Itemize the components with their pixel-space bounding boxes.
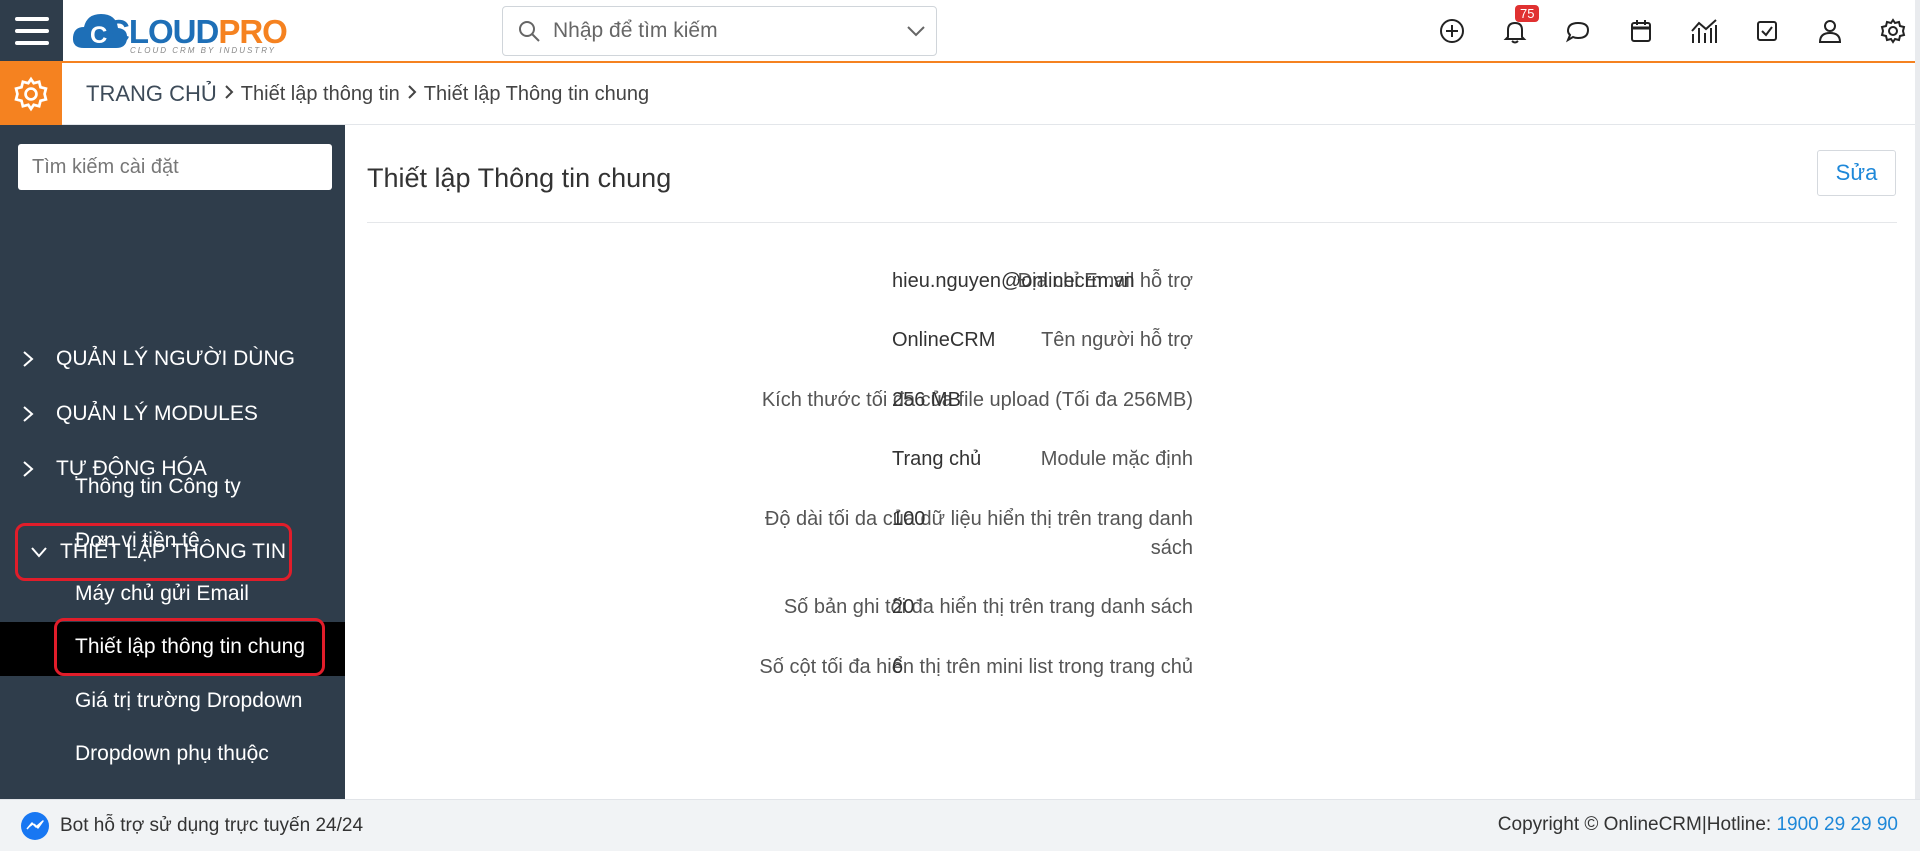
logo-text-pro: PRO — [218, 13, 288, 50]
breadcrumb: TRANG CHỦ Thiết lập thông tin Thiết lập … — [86, 63, 649, 125]
logo-text-cloud: CLOUD — [106, 13, 219, 50]
hamburger-line — [14, 28, 49, 33]
messenger-icon — [21, 811, 49, 840]
search-icon — [519, 21, 540, 42]
sidebar-section-user-management[interactable]: QUẢN LÝ NGƯỜI DÙNG — [0, 337, 295, 381]
chevron-down-icon — [18, 546, 60, 558]
field-value: 256 MB — [892, 389, 961, 411]
sidebar-section-modules[interactable]: QUẢN LÝ MODULES — [0, 392, 258, 436]
field-value: hieu.nguyen@onlinecrm.vn — [892, 270, 1135, 292]
settings-button[interactable] — [1861, 10, 1920, 52]
copyright-info: Copyright © OnlineCRM|Hotline: 1900 29 2… — [1498, 814, 1898, 836]
chat-button[interactable] — [1546, 10, 1609, 52]
sidebar-item-label: Giá trị trường Dropdown — [75, 689, 303, 712]
sidebar-item-label: Thông tin Công ty — [75, 475, 241, 498]
sidebar-item-dropdown-values[interactable]: Giá trị trường Dropdown — [75, 679, 302, 723]
search-dropdown-toggle[interactable] — [896, 24, 936, 38]
page-scrollbar-track[interactable] — [1915, 0, 1920, 851]
reports-button[interactable] — [1672, 10, 1735, 52]
logo-tagline: CLOUD CRM BY INDUSTRY — [130, 46, 277, 55]
chevron-right-icon — [0, 460, 56, 478]
sidebar-item-currency[interactable]: Đơn vị tiền tệ — [75, 519, 200, 563]
report-chart-icon — [1690, 19, 1717, 43]
task-check-icon — [1756, 21, 1777, 41]
breadcrumb-level1-link[interactable]: Thiết lập thông tin — [241, 83, 400, 106]
plus-circle-icon — [1439, 19, 1464, 43]
settings-sidebar: QUẢN LÝ NGƯỜI DÙNG QUẢN LÝ MODULES TỰ ĐỘ… — [0, 125, 345, 799]
field-value: 100 — [892, 508, 926, 530]
field-label: Độ dài tối da của dữ liệu hiển thị trên … — [673, 505, 1193, 563]
sidebar-item-label: Dropdown phụ thuộc — [75, 742, 269, 765]
page-title: Thiết lập Thông tin chung — [367, 163, 672, 193]
chat-icon — [1565, 21, 1589, 43]
chevron-right-icon — [406, 83, 418, 106]
field-value: 20 — [892, 596, 915, 618]
sidebar-item-general-settings[interactable]: Thiết lập thông tin chung — [54, 618, 325, 676]
global-search[interactable] — [502, 6, 937, 56]
field-value: Trang chủ — [892, 448, 982, 470]
user-profile-button[interactable] — [1798, 10, 1861, 52]
sidebar-section-label: QUẢN LÝ NGƯỜI DÙNG — [56, 347, 295, 370]
menu-toggle-button[interactable] — [0, 0, 63, 61]
support-bot-link[interactable]: Bot hỗ trợ sử dụng trực tuyến 24/24 — [20, 811, 363, 841]
sidebar-item-dependent-dropdown[interactable]: Dropdown phụ thuộc — [75, 732, 269, 776]
gear-icon — [14, 76, 48, 112]
calendar-icon — [1630, 20, 1651, 42]
support-bot-text: Bot hỗ trợ sử dụng trực tuyến 24/24 — [60, 814, 364, 836]
chevron-right-icon — [223, 83, 235, 106]
chevron-down-icon — [907, 26, 925, 37]
field-value: OnlineCRM — [892, 329, 996, 351]
hotline-link[interactable]: 1900 29 29 90 — [1776, 814, 1898, 835]
sidebar-item-email-server[interactable]: Máy chủ gửi Email — [75, 572, 249, 616]
breadcrumb-current: Thiết lập Thông tin chung — [423, 82, 650, 105]
sidebar-section-label: QUẢN LÝ MODULES — [56, 402, 258, 425]
sidebar-item-label: Đơn vị tiền tệ — [75, 529, 200, 552]
header-actions: 75 — [1420, 5, 1920, 52]
breadcrumb-bar: TRANG CHỦ Thiết lập thông tin Thiết lập … — [0, 63, 1920, 125]
settings-tile[interactable] — [0, 63, 62, 125]
footer: Bot hỗ trợ sử dụng trực tuyến 24/24 Copy… — [0, 799, 1920, 851]
hamburger-line — [14, 40, 49, 45]
field-label-line: sách — [1150, 537, 1193, 559]
notifications-button[interactable]: 75 — [1483, 5, 1546, 52]
title-divider — [367, 222, 1897, 223]
field-value: 6 — [892, 656, 904, 678]
tasks-button[interactable] — [1735, 10, 1798, 52]
sidebar-item-company-info[interactable]: Thông tin Công ty — [75, 465, 241, 509]
calendar-button[interactable] — [1609, 10, 1672, 52]
sidebar-item-label: Thiết lập thông tin chung — [75, 635, 305, 658]
breadcrumb-home-link[interactable]: TRANG CHỦ — [86, 81, 217, 107]
chevron-right-icon — [0, 350, 56, 368]
gear-icon — [1880, 18, 1905, 44]
hamburger-line — [14, 16, 49, 21]
svg-text:C: C — [90, 22, 107, 49]
field-label: Số bản ghi tối đa hiển thị trên trang da… — [783, 596, 1193, 618]
edit-button[interactable]: Sửa — [1817, 150, 1896, 196]
settings-search-input[interactable] — [18, 144, 332, 190]
main-content: Thiết lập Thông tin chung Sửa Địa chỉ Em… — [345, 125, 1915, 799]
user-icon — [1818, 20, 1841, 43]
field-label: Số cột tối đa hiển thị trên mini list tr… — [759, 656, 1193, 678]
field-label-line: Độ dài tối da của dữ liệu hiển thị trên … — [764, 508, 1193, 530]
cloudpro-logo[interactable]: C CLOUDPRO CLOUD CRM BY INDUSTRY — [70, 4, 300, 58]
chevron-right-icon — [0, 405, 56, 423]
notification-count-badge: 75 — [1515, 5, 1540, 22]
sidebar-item-label: Máy chủ gửi Email — [75, 582, 249, 605]
copyright-text: Copyright © OnlineCRM|Hotline: — [1497, 814, 1777, 835]
quick-create-button[interactable] — [1420, 10, 1483, 52]
global-search-input[interactable] — [553, 19, 896, 43]
top-bar: C CLOUDPRO CLOUD CRM BY INDUSTRY 75 — [0, 0, 1920, 63]
